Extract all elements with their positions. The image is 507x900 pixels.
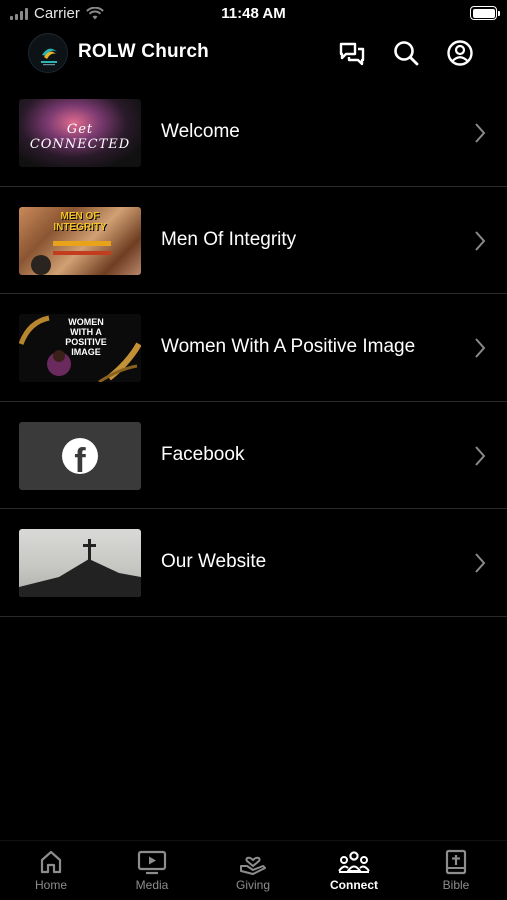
tab-label: Home [34,878,67,892]
search-icon [394,41,419,66]
tab-media[interactable]: Media [112,849,192,892]
welcome-thumb-text: Get CONNECTED [29,122,131,152]
search-button[interactable] [392,39,420,67]
men-thumb-text: MEN OF INTEGRITY [53,210,107,233]
list-item-women-positive-image[interactable]: WOMEN WITH A POSITIVE IMAGE Women With A… [0,294,507,402]
chevron-right-icon [475,553,486,573]
status-bar: Carrier 11:48 AM [0,0,507,28]
list-item-men-of-integrity[interactable]: MEN OF INTEGRITY Men Of Integrity [0,187,507,294]
list-item-welcome[interactable]: Get CONNECTED Welcome [0,79,507,187]
list-item-facebook[interactable]: f Facebook [0,402,507,509]
women-thumbnail: WOMEN WITH A POSITIVE IMAGE [19,314,141,382]
church-cross-icon [19,539,141,597]
list-item-label: Men Of Integrity [161,228,297,250]
connect-list: Get CONNECTED Welcome MEN OF INTEGRITY M… [0,79,507,617]
facebook-thumbnail: f [19,421,141,490]
list-item-label: Women With A Positive Image [161,336,416,357]
tab-bar: Home Media Giving Connect Bible [0,840,507,900]
chevron-right-icon [475,445,486,466]
list-item-label: Facebook [161,443,245,465]
app-header: ROLW Church [0,30,507,76]
app-title: ROLW Church [78,41,209,62]
messages-button[interactable] [338,39,366,67]
tab-label: Connect [330,878,378,892]
logo-emblem-icon [30,35,67,72]
tab-label: Media [135,878,169,892]
tab-home[interactable]: Home [11,849,91,892]
women-thumb-text: WOMEN WITH A POSITIVE IMAGE [65,317,107,357]
facebook-icon: f [62,437,98,474]
tv-icon [137,850,167,875]
tab-connect[interactable]: Connect [314,849,394,892]
tab-bible[interactable]: Bible [416,849,496,892]
user-icon [447,40,473,66]
website-thumbnail [19,529,141,597]
tab-label: Giving [235,878,270,892]
list-item-label: Our Website [161,551,267,572]
bible-icon [445,849,467,875]
battery-icon [470,6,500,20]
tab-giving[interactable]: Giving [213,849,293,892]
list-item-our-website[interactable]: Our Website [0,509,507,617]
status-time: 11:48 AM [221,5,286,22]
chat-icon [339,42,365,66]
chevron-right-icon [475,123,486,143]
chevron-right-icon [475,230,486,251]
hand-heart-icon [240,856,266,875]
home-icon [40,850,62,874]
list-item-label: Welcome [161,121,240,142]
chevron-right-icon [475,338,486,358]
tab-label: Bible [442,878,470,892]
profile-button[interactable] [446,39,474,67]
men-of-integrity-thumbnail: MEN OF INTEGRITY [19,206,141,275]
people-icon [338,851,370,873]
welcome-thumbnail: Get CONNECTED [19,99,141,167]
church-logo[interactable] [28,33,68,73]
